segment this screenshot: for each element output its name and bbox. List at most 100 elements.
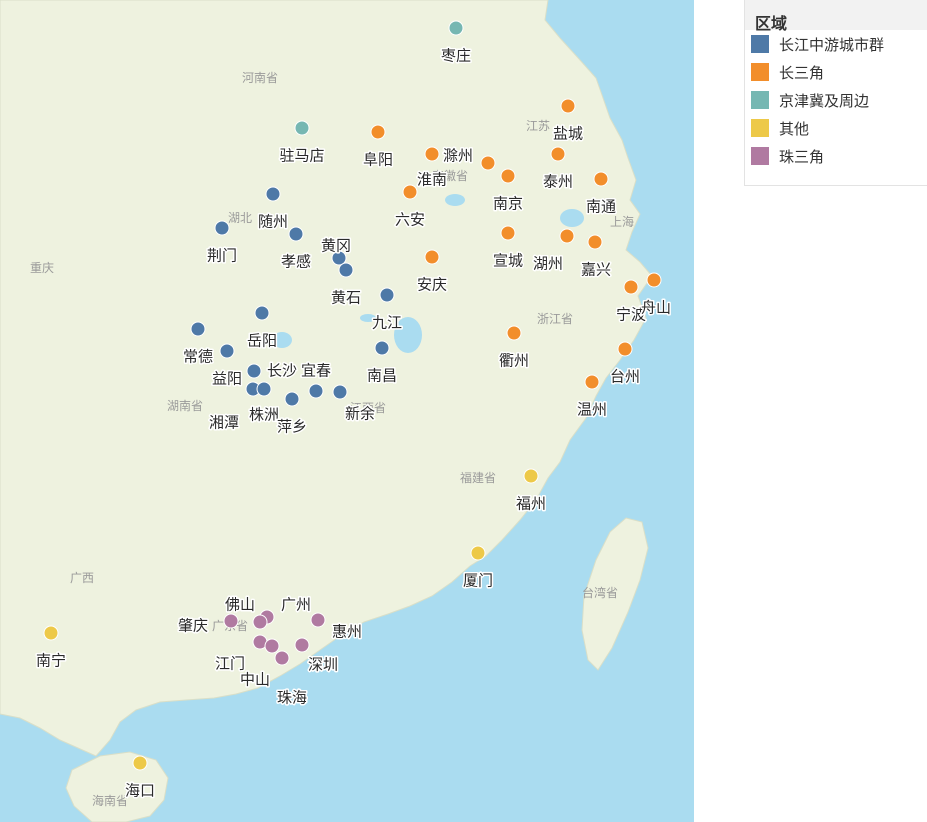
city-label: 湘潭	[209, 414, 239, 432]
province-label: 上海	[610, 214, 634, 229]
city-dot[interactable]	[374, 340, 390, 356]
city-label: 南宁	[36, 652, 66, 670]
city-label: 宜春	[301, 362, 331, 380]
city-dot[interactable]	[480, 155, 496, 171]
city-label: 萍乡	[277, 418, 307, 436]
city-dot[interactable]	[308, 383, 324, 399]
city-label: 益阳	[212, 370, 242, 388]
city-label: 随州	[258, 213, 288, 231]
city-dot[interactable]	[470, 545, 486, 561]
city-dot[interactable]	[424, 146, 440, 162]
city-label: 厦门	[463, 572, 493, 590]
city-label: 泰州	[543, 173, 573, 191]
city-dot[interactable]	[332, 384, 348, 400]
city-label: 惠州	[332, 623, 362, 641]
city-label: 深圳	[308, 656, 338, 674]
city-label: 温州	[577, 401, 607, 419]
city-dot[interactable]	[593, 171, 609, 187]
city-label: 舟山	[641, 299, 671, 317]
city-dot[interactable]	[288, 226, 304, 242]
province-label: 湖南省	[167, 398, 203, 413]
legend-swatch	[751, 91, 769, 109]
province-label: 福建省	[460, 470, 496, 485]
legend-item-jingjinji[interactable]: 京津冀及周边	[745, 86, 927, 114]
city-label: 枣庄	[441, 47, 471, 65]
city-dot[interactable]	[500, 225, 516, 241]
city-marker[interactable]: 长沙	[246, 360, 299, 381]
city-label: 安庆	[417, 276, 447, 294]
city-dot[interactable]	[294, 120, 310, 136]
city-dot[interactable]	[252, 614, 268, 630]
map-canvas[interactable]: 河南省湖北重庆湖南省江苏安徽省浙江省江西省福建省广西广东省台湾省海南省上海 枣庄…	[0, 0, 694, 822]
city-dot[interactable]	[274, 650, 290, 666]
legend-label: 长江中游城市群	[779, 35, 885, 54]
city-label: 福州	[516, 495, 546, 513]
legend-item-pearl-delta[interactable]: 珠三角	[745, 142, 927, 170]
legend-label: 京津冀及周边	[779, 91, 870, 110]
city-dot[interactable]	[646, 272, 662, 288]
city-dot[interactable]	[265, 186, 281, 202]
legend-label: 珠三角	[779, 147, 825, 166]
province-label: 江苏	[526, 119, 550, 133]
city-label: 南京	[493, 195, 523, 213]
city-label: 六安	[395, 211, 425, 229]
city-label: 阜阳	[363, 151, 393, 169]
city-dot[interactable]	[256, 381, 272, 397]
city-dot[interactable]	[214, 220, 230, 236]
city-dot[interactable]	[500, 168, 516, 184]
legend-label: 其他	[779, 119, 810, 138]
city-label: 中山	[240, 671, 270, 689]
city-dot[interactable]	[559, 228, 575, 244]
legend: 区域 长江中游城市群 长三角 京津冀及周边 其他 珠三角	[744, 0, 927, 186]
city-dot[interactable]	[284, 391, 300, 407]
city-dot[interactable]	[190, 321, 206, 337]
legend-item-other[interactable]: 其他	[745, 114, 927, 142]
city-label: 南通	[586, 198, 616, 216]
city-dot[interactable]	[254, 305, 270, 321]
city-dot[interactable]	[617, 341, 633, 357]
city-dot[interactable]	[264, 638, 280, 654]
city-dot[interactable]	[310, 612, 326, 628]
city-label: 南昌	[367, 367, 397, 385]
city-label: 嘉兴	[581, 261, 611, 279]
legend-swatch	[751, 119, 769, 137]
city-dot[interactable]	[448, 20, 464, 36]
city-label: 宣城	[493, 252, 523, 270]
city-label: 新余	[345, 405, 375, 423]
city-dot[interactable]	[560, 98, 576, 114]
city-label: 驻马店	[279, 147, 324, 165]
legend-item-changjiang[interactable]: 长江中游城市群	[745, 30, 927, 58]
city-dot[interactable]	[587, 234, 603, 250]
city-dot[interactable]	[523, 468, 539, 484]
city-dot[interactable]	[132, 755, 148, 771]
city-label: 湖州	[533, 255, 563, 273]
city-dot[interactable]	[550, 146, 566, 162]
city-dot[interactable]	[246, 363, 262, 379]
city-label: 滁州	[443, 147, 473, 165]
city-dot[interactable]	[506, 325, 522, 341]
city-dot[interactable]	[379, 287, 395, 303]
legend-item-yangtze-delta[interactable]: 长三角	[745, 58, 927, 86]
map-svg: 河南省湖北重庆湖南省江苏安徽省浙江省江西省福建省广西广东省台湾省海南省上海 枣庄…	[0, 0, 694, 822]
province-label: 重庆	[30, 261, 54, 275]
city-dot[interactable]	[584, 374, 600, 390]
city-dot[interactable]	[623, 279, 639, 295]
city-dot[interactable]	[370, 124, 386, 140]
city-dot[interactable]	[294, 637, 310, 653]
city-dot[interactable]	[338, 262, 354, 278]
city-dot[interactable]	[43, 625, 59, 641]
city-label: 长沙	[267, 362, 297, 380]
province-label: 河南省	[242, 70, 278, 85]
province-label: 浙江省	[537, 312, 573, 326]
city-label: 常德	[183, 348, 213, 366]
city-label: 台州	[610, 368, 640, 386]
province-label: 台湾省	[582, 585, 618, 600]
city-dot[interactable]	[219, 343, 235, 359]
city-dot[interactable]	[223, 613, 239, 629]
legend-title: 区域	[745, 0, 927, 33]
province-label: 湖北	[228, 210, 252, 225]
city-dot[interactable]	[402, 184, 418, 200]
city-label: 佛山	[225, 596, 255, 614]
city-label: 淮南	[417, 171, 447, 189]
city-dot[interactable]	[424, 249, 440, 265]
